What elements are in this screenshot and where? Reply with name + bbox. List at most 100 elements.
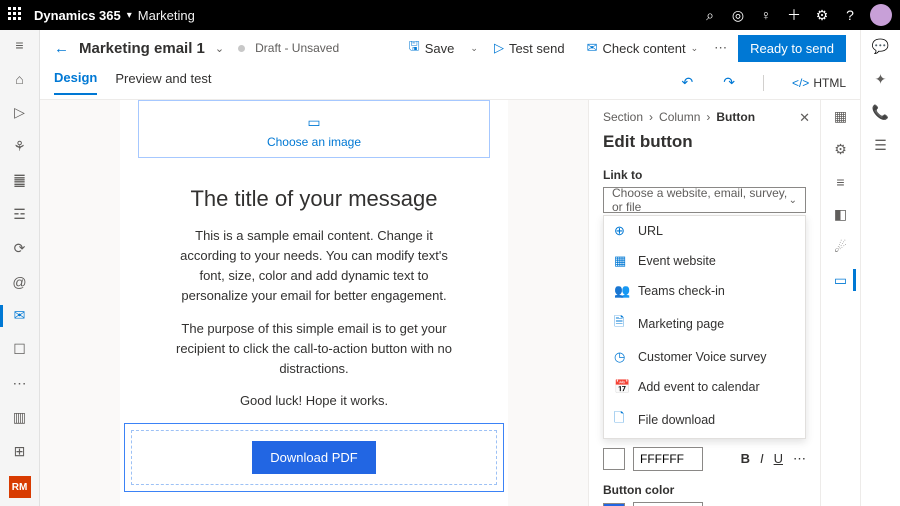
menu-item-customer-voice[interactable]: ◷Customer Voice survey (604, 342, 805, 372)
help-icon[interactable]: ? (836, 7, 864, 23)
bold-button[interactable]: B (741, 451, 750, 467)
save-split-icon[interactable]: ⌄ (470, 43, 478, 54)
menu-item-url[interactable]: ⊕URL (604, 216, 805, 246)
task-icon[interactable]: ◎ (724, 7, 752, 24)
menu-item-marketing-page[interactable]: 🗎Marketing page (604, 306, 805, 342)
area-name[interactable]: Marketing (138, 8, 195, 23)
mail-icon[interactable]: ✉ (9, 307, 31, 325)
text-color-swatch[interactable] (603, 448, 625, 470)
side-pane-rail: 💬 ✦ 📞 ☰ (860, 30, 900, 506)
settings-icon[interactable]: ⚙ (808, 7, 836, 24)
undo-button[interactable]: ↶ (682, 74, 694, 91)
at-icon[interactable]: @ (9, 273, 31, 291)
toolbox-rail: ▦ ⚙ ≡ ◧ ☄ ▭ (820, 100, 860, 506)
email-title[interactable]: The title of your message (140, 186, 488, 212)
image-placeholder[interactable]: ▭ Choose an image (138, 100, 490, 158)
linkto-dropdown[interactable]: Choose a website, email, survey, or file… (603, 187, 806, 213)
menu-item-teams-checkin[interactable]: 👥Teams check-in (604, 276, 805, 306)
linkto-label: Link to (603, 168, 806, 182)
file-icon: 🗋 (614, 409, 629, 431)
global-topbar: Dynamics 365 ▾ Marketing ⌕ ◎ ♀ ＋ ⚙ ? (0, 0, 900, 30)
area-badge[interactable]: RM (9, 476, 31, 498)
status-text: Draft - Unsaved (255, 41, 339, 55)
button-color-label: Button color (603, 483, 806, 497)
library-icon[interactable]: ▥ (9, 408, 31, 426)
lightbulb-icon[interactable]: ♀ (752, 7, 780, 23)
more-icon[interactable]: ⊞ (9, 442, 31, 460)
ellipsis-icon[interactable]: ⋯ (9, 375, 31, 393)
phone-icon[interactable]: 📞 (872, 104, 889, 121)
calendar-icon: 📅 (614, 379, 629, 395)
send-icon: ▷ (494, 40, 504, 56)
email-canvas[interactable]: ▭ Choose an image The title of your mess… (40, 100, 588, 506)
test-send-button[interactable]: ▷Test send (488, 36, 571, 60)
overflow-button[interactable]: ⋯ (714, 40, 728, 56)
format-more-button[interactable]: ⋯ (793, 451, 806, 467)
search-icon[interactable]: ⌕ (696, 7, 724, 24)
text-color-input[interactable] (633, 447, 703, 471)
button-props-tab-icon[interactable]: ▭ (834, 272, 847, 289)
close-panel-button[interactable]: ✕ (799, 110, 810, 126)
list-icon[interactable]: ☲ (9, 205, 31, 223)
email-body-2[interactable]: The purpose of this simple email is to g… (168, 319, 460, 379)
tab-bar: Design Preview and test ↶ ↷ </>HTML (40, 66, 860, 100)
linkto-menu: ⊕URL ▦Event website 👥Teams check-in 🗎Mar… (603, 215, 806, 439)
underline-button[interactable]: U (774, 451, 783, 467)
chevron-down-icon: ⌄ (691, 43, 699, 54)
personalize-tab-icon[interactable]: ☄ (834, 239, 847, 256)
styles-tab-icon[interactable]: ≡ (836, 174, 844, 190)
menu-item-file-download[interactable]: 🗋File download (604, 402, 805, 438)
breadcrumb: Section› Column› Button (603, 110, 806, 124)
code-icon: </> (792, 76, 809, 90)
add-icon[interactable]: ＋ (780, 5, 808, 25)
image-icon: ▭ (307, 114, 320, 131)
status-dot (238, 45, 245, 52)
html-button[interactable]: </>HTML (792, 76, 846, 90)
save-button[interactable]: 🖫Save (403, 33, 461, 63)
italic-button[interactable]: I (760, 451, 764, 467)
email-body-1[interactable]: This is a sample email content. Change i… (168, 226, 460, 307)
elements-tab-icon[interactable]: ▦ (834, 108, 847, 125)
tab-design[interactable]: Design (54, 70, 97, 95)
left-nav-rail: ≡ ⌂ ▷ ⚘ ䷀ ☲ ⟳ @ ✉ ☐ ⋯ ▥ ⊞ RM (0, 30, 40, 506)
chat-icon[interactable]: 💬 (872, 38, 889, 55)
tasks-icon[interactable]: ☰ (874, 137, 887, 154)
back-button[interactable]: ← (54, 40, 69, 57)
layers-tab-icon[interactable]: ◧ (834, 206, 847, 223)
avatar[interactable] (870, 4, 892, 26)
redo-button[interactable]: ↷ (723, 74, 735, 91)
page-title: Marketing email 1 (79, 40, 205, 57)
journey-icon[interactable]: ⚘ (9, 138, 31, 156)
hamburger-icon[interactable]: ≡ (9, 36, 31, 54)
ready-to-send-button[interactable]: Ready to send (738, 35, 846, 62)
command-bar: ← Marketing email 1 ⌄ Draft - Unsaved 🖫S… (40, 30, 860, 66)
tab-preview[interactable]: Preview and test (115, 71, 211, 94)
app-launcher-icon[interactable] (8, 7, 24, 23)
menu-item-event-website[interactable]: ▦Event website (604, 246, 805, 276)
play-icon[interactable]: ▷ (9, 104, 31, 122)
button-block-selected[interactable]: Download PDF (124, 423, 504, 492)
home-icon[interactable]: ⌂ (9, 70, 31, 88)
title-chevron-icon[interactable]: ⌄ (215, 42, 224, 55)
refresh-icon[interactable]: ⟳ (9, 239, 31, 257)
teams-icon: 👥 (614, 283, 629, 299)
check-icon: ✉ (587, 40, 598, 56)
chevron-down-icon: ⌄ (789, 195, 797, 206)
check-content-button[interactable]: ✉Check content⌄ (581, 36, 705, 60)
menu-item-add-calendar[interactable]: 📅Add event to calendar (604, 372, 805, 402)
assistant-icon[interactable]: ✦ (875, 71, 887, 88)
survey-icon: ◷ (614, 349, 629, 365)
email-body-3[interactable]: Good luck! Hope it works. (168, 391, 460, 411)
form-icon[interactable]: ☐ (9, 341, 31, 359)
properties-panel: ✕ Section› Column› Button Edit button Li… (588, 100, 820, 506)
chevron-down-icon: ▾ (127, 10, 132, 21)
analytics-icon[interactable]: ䷀ (9, 171, 31, 189)
globe-icon: ⊕ (614, 223, 629, 239)
cta-button[interactable]: Download PDF (252, 441, 375, 474)
brand-name[interactable]: Dynamics 365 (34, 8, 121, 23)
save-icon: 🖫 (409, 37, 420, 59)
button-color-input[interactable] (633, 502, 703, 506)
website-icon: ▦ (614, 253, 629, 269)
settings-tab-icon[interactable]: ⚙ (834, 141, 847, 158)
page-icon: 🗎 (614, 313, 629, 335)
